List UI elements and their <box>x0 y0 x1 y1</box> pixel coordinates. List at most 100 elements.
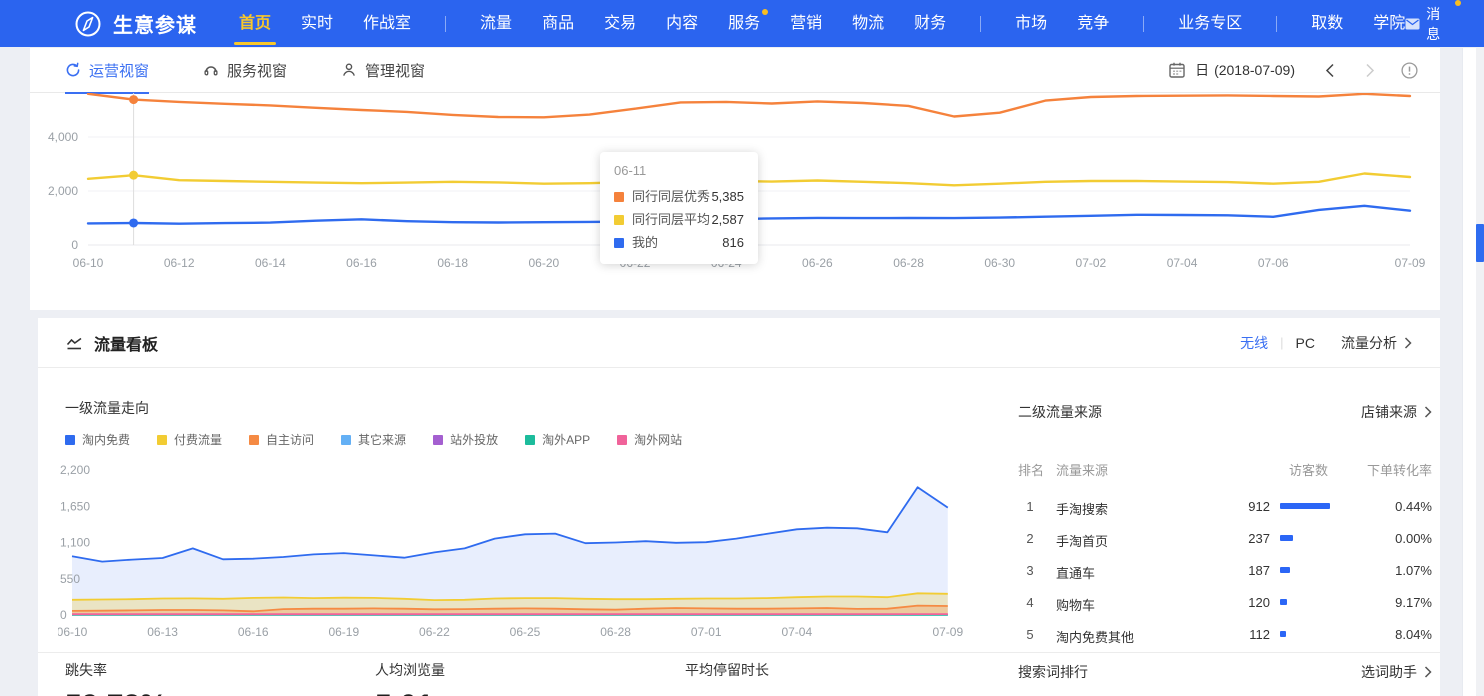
next-date-icon[interactable] <box>1365 63 1375 78</box>
legend-label: 其它来源 <box>358 431 406 448</box>
source-name: 手淘搜索 <box>1056 499 1108 518</box>
visitors-bar <box>1280 631 1286 637</box>
top-nav-bar: 生意参谋 首页实时作战室 流量商品交易内容服务营销物流财务 市场竞争 业务专区 取数学院… <box>0 0 1484 47</box>
tab-service-view[interactable]: 服务视窗 <box>203 48 287 93</box>
messages-label: 消息 <box>1426 4 1452 44</box>
nav-item[interactable]: 学院 <box>1373 0 1405 47</box>
nav-item[interactable]: 内容 <box>666 0 698 47</box>
svg-text:06-12: 06-12 <box>164 256 195 270</box>
svg-text:1,650: 1,650 <box>60 499 90 513</box>
nav-item-messages[interactable]: 消息 <box>1405 4 1452 44</box>
svg-text:06-19: 06-19 <box>328 625 359 639</box>
calendar-icon[interactable] <box>1168 61 1186 79</box>
source-row[interactable]: 1手淘搜索9120.44% <box>1018 490 1432 522</box>
traffic-board-card: 流量看板 无线 | PC 流量分析 一级流量走向 淘内免费付费流量自主访问其它来… <box>38 318 1440 696</box>
sources-table-header: 排名 流量来源 访客数 下单转化率 <box>1018 460 1432 478</box>
nav-item[interactable]: 竞争 <box>1077 0 1109 47</box>
legend-item[interactable]: 其它来源 <box>341 431 406 448</box>
visitors-value: 237 <box>1248 531 1270 546</box>
svg-text:07-06: 07-06 <box>1258 256 1289 270</box>
nav-item[interactable]: 交易 <box>604 0 636 47</box>
legend-item[interactable]: 自主访问 <box>249 431 314 448</box>
svg-text:06-28: 06-28 <box>893 256 924 270</box>
conversion-value: 8.04% <box>1395 627 1432 642</box>
nav-divider <box>980 16 981 32</box>
legend-label: 站外投放 <box>450 431 498 448</box>
svg-text:0: 0 <box>71 238 78 252</box>
series-swatch <box>614 215 624 225</box>
nav-item[interactable]: 首页 <box>239 0 271 47</box>
svg-text:06-22: 06-22 <box>419 625 450 639</box>
nav-item[interactable]: 业务专区 <box>1178 0 1242 47</box>
toggle-wireless[interactable]: 无线 <box>1240 333 1268 353</box>
tab-operation-view[interactable]: 运营视窗 <box>65 48 149 93</box>
tab-label: 运营视窗 <box>89 60 149 81</box>
word-helper-link[interactable]: 选词助手 <box>1361 662 1432 682</box>
legend-label: 淘外APP <box>542 431 590 448</box>
shop-source-link[interactable]: 店铺来源 <box>1361 402 1432 422</box>
tab-label: 服务视窗 <box>227 60 287 81</box>
prev-date-icon[interactable] <box>1325 63 1335 78</box>
date-value[interactable]: (2018-07-09) <box>1214 62 1295 78</box>
series-label: 我的 <box>632 231 658 254</box>
source-name: 购物车 <box>1056 595 1095 614</box>
visitors-bar <box>1280 535 1293 541</box>
nav-item[interactable]: 物流 <box>852 0 884 47</box>
col-conversion: 下单转化率 <box>1367 460 1432 479</box>
svg-text:06-25: 06-25 <box>510 625 541 639</box>
source-row[interactable]: 2手淘首页2370.00% <box>1018 522 1432 554</box>
nav-item[interactable]: 服务 <box>728 0 760 47</box>
col-rank: 排名 <box>1018 460 1044 479</box>
board-toggles: 无线 | PC 流量分析 <box>1240 333 1430 353</box>
nav-item[interactable]: 市场 <box>1015 0 1047 47</box>
legend-label: 付费流量 <box>174 431 222 448</box>
legend-label: 自主访问 <box>266 431 314 448</box>
scrollbar-thumb[interactable] <box>1476 224 1484 262</box>
brand[interactable]: 生意参谋 <box>74 9 197 38</box>
tab-label: 管理视窗 <box>365 60 425 81</box>
legend-item[interactable]: 付费流量 <box>157 431 222 448</box>
rank-cell: 5 <box>1020 627 1040 642</box>
legend-item[interactable]: 淘内免费 <box>65 431 130 448</box>
bottom-metrics: 跳失率59.72%人均浏览量5.01平均停留时长17.48秒 <box>65 660 995 696</box>
nav-item[interactable]: 商品 <box>542 0 574 47</box>
word-helper-label: 选词助手 <box>1361 662 1417 682</box>
chevron-right-icon <box>1424 666 1432 678</box>
info-icon[interactable] <box>1401 62 1418 79</box>
nav-item[interactable]: 营销 <box>790 0 822 47</box>
nav-divider <box>445 16 446 32</box>
peer-trend-chart-area[interactable]: 02,0004,00006-1006-1206-1406-1606-1806-2… <box>30 93 1440 309</box>
svg-text:06-26: 06-26 <box>802 256 833 270</box>
source-row[interactable]: 5淘内免费其他1128.04% <box>1018 618 1432 650</box>
col-visitors: 访客数 <box>1289 460 1328 479</box>
person-icon <box>341 62 357 78</box>
primary-flow-chart[interactable]: 05501,1001,6502,20006-1006-1306-1606-190… <box>58 458 998 650</box>
toggle-pc[interactable]: PC <box>1296 335 1315 351</box>
date-granularity[interactable]: 日 <box>1195 60 1209 80</box>
traffic-analysis-link[interactable]: 流量分析 <box>1341 333 1412 353</box>
legend-swatch <box>65 435 75 445</box>
metric-value: 5.01 <box>375 689 685 696</box>
nav-item[interactable]: 实时 <box>301 0 333 47</box>
nav-item[interactable]: 财务 <box>914 0 946 47</box>
rank-cell: 2 <box>1020 531 1040 546</box>
legend-item[interactable]: 淘外网站 <box>617 431 682 448</box>
conversion-value: 0.44% <box>1395 499 1432 514</box>
legend-item[interactable]: 站外投放 <box>433 431 498 448</box>
nav-item[interactable]: 流量 <box>480 0 512 47</box>
visitors-value: 120 <box>1248 595 1270 610</box>
legend-label: 淘内免费 <box>82 431 130 448</box>
envelope-icon <box>1405 18 1420 30</box>
visitors-value: 187 <box>1248 563 1270 578</box>
svg-text:06-10: 06-10 <box>58 625 88 639</box>
tab-management-view[interactable]: 管理视窗 <box>341 48 425 93</box>
scrollbar-track[interactable] <box>1476 48 1484 696</box>
svg-text:06-18: 06-18 <box>437 256 468 270</box>
svg-text:07-01: 07-01 <box>691 625 722 639</box>
tooltip-date: 06-11 <box>614 163 744 178</box>
source-row[interactable]: 4购物车1209.17% <box>1018 586 1432 618</box>
source-row[interactable]: 3直通车1871.07% <box>1018 554 1432 586</box>
legend-item[interactable]: 淘外APP <box>525 431 590 448</box>
nav-item[interactable]: 取数 <box>1311 0 1343 47</box>
nav-item[interactable]: 作战室 <box>363 0 411 47</box>
